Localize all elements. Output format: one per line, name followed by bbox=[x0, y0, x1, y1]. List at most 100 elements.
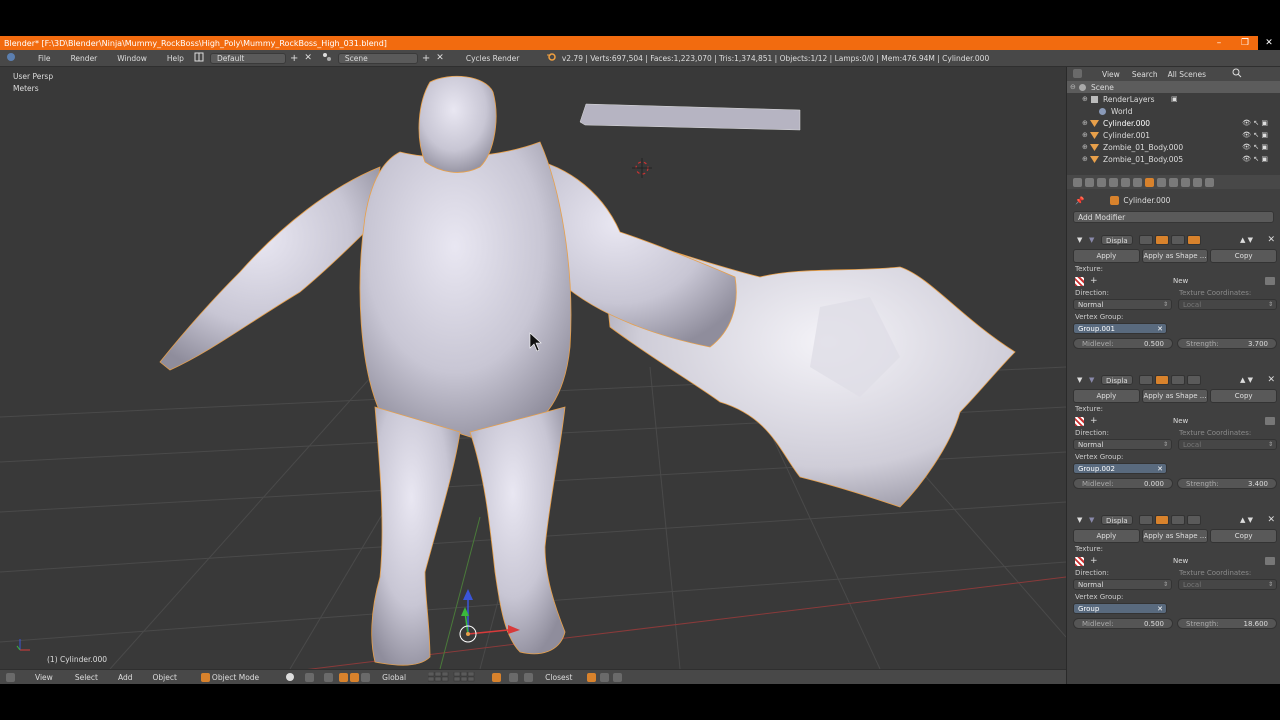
midlevel-slider[interactable]: Midlevel: 0.500 bbox=[1073, 618, 1173, 629]
vertex-group-field[interactable]: Group.002 ✕ bbox=[1073, 463, 1167, 474]
outliner-menu-view[interactable]: View bbox=[1102, 70, 1120, 79]
data-tab-icon[interactable] bbox=[1157, 177, 1166, 187]
scene-tab-icon[interactable] bbox=[1097, 177, 1106, 187]
scale-toggle-icon[interactable] bbox=[361, 672, 372, 682]
object-tab-icon[interactable] bbox=[1121, 177, 1130, 187]
orientation-dropdown[interactable]: Global bbox=[382, 673, 422, 682]
scene-icon[interactable] bbox=[322, 52, 332, 64]
apply-as-shape-button[interactable]: Apply as Shape ... bbox=[1141, 389, 1209, 403]
texture-tab-icon[interactable] bbox=[1181, 177, 1190, 187]
outliner-item-scene[interactable]: ⊖ Scene bbox=[1067, 81, 1280, 93]
shading-icon[interactable] bbox=[285, 672, 295, 682]
scene-field[interactable]: Scene bbox=[337, 52, 418, 64]
edit-cage-toggle[interactable] bbox=[1138, 235, 1153, 245]
collapse-icon[interactable]: ▼ bbox=[1077, 236, 1082, 244]
modifiers-tab-icon[interactable] bbox=[1145, 177, 1154, 187]
add-layout-icon[interactable]: + bbox=[290, 53, 298, 64]
restrict-icons[interactable]: 👁 ↖ ▣ bbox=[1242, 131, 1268, 139]
opengl-render-icon[interactable] bbox=[613, 672, 624, 682]
texture-browse-icon[interactable] bbox=[1075, 276, 1084, 286]
texture-selector[interactable]: + New bbox=[1073, 275, 1277, 287]
collapse-icon[interactable]: ▼ bbox=[1077, 376, 1082, 384]
restrict-icons[interactable]: 👁 ↖ ▣ bbox=[1242, 155, 1268, 163]
texture-coordinates-dropdown[interactable]: Local ⇕ bbox=[1178, 439, 1277, 450]
outliner-display-mode[interactable]: All Scenes bbox=[1168, 70, 1206, 79]
texture-selector[interactable]: + New bbox=[1073, 415, 1277, 427]
menu-add[interactable]: Add bbox=[118, 673, 133, 682]
remove-modifier-icon[interactable]: ✕ bbox=[1267, 235, 1275, 245]
direction-dropdown[interactable]: Normal ⇕ bbox=[1073, 439, 1172, 450]
screen-layout-field[interactable]: Default bbox=[209, 52, 286, 64]
texture-browse-icon[interactable] bbox=[1075, 556, 1084, 566]
render-anim-icon[interactable] bbox=[600, 672, 611, 682]
manipulator-icon[interactable] bbox=[324, 672, 335, 682]
copy-button[interactable]: Copy bbox=[1210, 529, 1278, 543]
pin-icon[interactable]: 📌 bbox=[1075, 196, 1084, 205]
modifier-name-field[interactable]: Displa bbox=[1101, 375, 1133, 385]
expand-icon[interactable]: ⊕ bbox=[1082, 155, 1090, 163]
direction-dropdown[interactable]: Normal ⇕ bbox=[1073, 579, 1172, 590]
snap-target-dropdown[interactable]: Closest bbox=[545, 673, 583, 682]
move-arrows[interactable]: ▲ ▼ bbox=[1240, 376, 1253, 384]
texture-properties-icon[interactable] bbox=[1265, 277, 1275, 285]
apply-button[interactable]: Apply bbox=[1073, 389, 1140, 403]
editmode-toggle[interactable] bbox=[1186, 235, 1201, 245]
outliner-menu-search[interactable]: Search bbox=[1132, 70, 1158, 79]
object-mode-dropdown[interactable]: Object Mode bbox=[200, 672, 259, 682]
copy-button[interactable]: Copy bbox=[1210, 249, 1278, 263]
remove-scene-icon[interactable]: ✕ bbox=[436, 53, 444, 63]
close-button[interactable]: ✕ bbox=[1258, 36, 1280, 50]
add-texture-icon[interactable]: + bbox=[1090, 276, 1098, 286]
world-tab-icon[interactable] bbox=[1109, 177, 1118, 187]
outliner-item-zombie-body-000[interactable]: ⊕ Zombie_01_Body.000 👁 ↖ ▣ bbox=[1067, 141, 1280, 153]
viewport-toggle[interactable] bbox=[1170, 235, 1185, 245]
add-modifier-dropdown[interactable]: Add Modifier bbox=[1073, 211, 1274, 223]
render-toggle[interactable] bbox=[1154, 375, 1169, 385]
editmode-toggle[interactable] bbox=[1186, 375, 1201, 385]
clear-icon[interactable]: ✕ bbox=[1157, 325, 1163, 333]
edit-cage-toggle[interactable] bbox=[1138, 375, 1153, 385]
render-preview-icon[interactable] bbox=[587, 672, 598, 682]
expand-icon[interactable]: ⊕ bbox=[1082, 131, 1090, 139]
outliner-search-icon[interactable] bbox=[1232, 68, 1242, 80]
maximize-button[interactable]: ❐ bbox=[1232, 36, 1258, 50]
modifier-name-field[interactable]: Displa bbox=[1101, 235, 1133, 245]
remove-modifier-icon[interactable]: ✕ bbox=[1267, 515, 1275, 525]
render-toggle[interactable] bbox=[1154, 235, 1169, 245]
editmode-toggle[interactable] bbox=[1186, 515, 1201, 525]
menu-render[interactable]: Render bbox=[71, 54, 98, 63]
edit-cage-toggle[interactable] bbox=[1138, 515, 1153, 525]
remove-layout-icon[interactable]: ✕ bbox=[304, 53, 312, 63]
strength-slider[interactable]: Strength: 18.600 bbox=[1177, 618, 1277, 629]
minimize-button[interactable]: – bbox=[1206, 36, 1232, 50]
restrict-icons[interactable]: 👁 ↖ ▣ bbox=[1242, 119, 1268, 127]
modifier-name-field[interactable]: Displa bbox=[1101, 515, 1133, 525]
menu-view[interactable]: View bbox=[35, 673, 53, 682]
layout-icon[interactable] bbox=[194, 52, 204, 64]
midlevel-slider[interactable]: Midlevel: 0.500 bbox=[1073, 338, 1173, 349]
menu-object[interactable]: Object bbox=[152, 673, 176, 682]
material-tab-icon[interactable] bbox=[1169, 177, 1178, 187]
add-scene-icon[interactable]: + bbox=[422, 53, 430, 64]
constraints-tab-icon[interactable] bbox=[1133, 177, 1142, 187]
camera-icon[interactable]: ▣ bbox=[1171, 95, 1178, 103]
expand-icon[interactable]: ⊕ bbox=[1082, 143, 1090, 151]
copy-button[interactable]: Copy bbox=[1210, 389, 1278, 403]
menu-window[interactable]: Window bbox=[117, 54, 147, 63]
outliner-item-zombie-body-005[interactable]: ⊕ Zombie_01_Body.005 👁 ↖ ▣ bbox=[1067, 153, 1280, 165]
expand-icon[interactable]: ⊕ bbox=[1082, 119, 1090, 127]
outliner-item-cylinder-000[interactable]: ⊕ Cylinder.000 👁 ↖ ▣ bbox=[1067, 117, 1280, 129]
particles-tab-icon[interactable] bbox=[1193, 177, 1202, 187]
layer-buttons[interactable] bbox=[428, 672, 488, 682]
strength-slider[interactable]: Strength: 3.400 bbox=[1177, 478, 1277, 489]
physics-tab-icon[interactable] bbox=[1205, 177, 1214, 187]
render-tab-icon[interactable] bbox=[1073, 177, 1082, 187]
direction-dropdown[interactable]: Normal ⇕ bbox=[1073, 299, 1172, 310]
texture-coordinates-dropdown[interactable]: Local ⇕ bbox=[1178, 299, 1277, 310]
new-texture-button[interactable]: New bbox=[1173, 417, 1188, 425]
texture-browse-icon[interactable] bbox=[1075, 416, 1084, 426]
apply-button[interactable]: Apply bbox=[1073, 529, 1140, 543]
restrict-icons[interactable]: 👁 ↖ ▣ bbox=[1242, 143, 1268, 151]
outliner-item-renderlayers[interactable]: ⊕ RenderLayers ▣ bbox=[1067, 93, 1280, 105]
texture-selector[interactable]: + New bbox=[1073, 555, 1277, 567]
